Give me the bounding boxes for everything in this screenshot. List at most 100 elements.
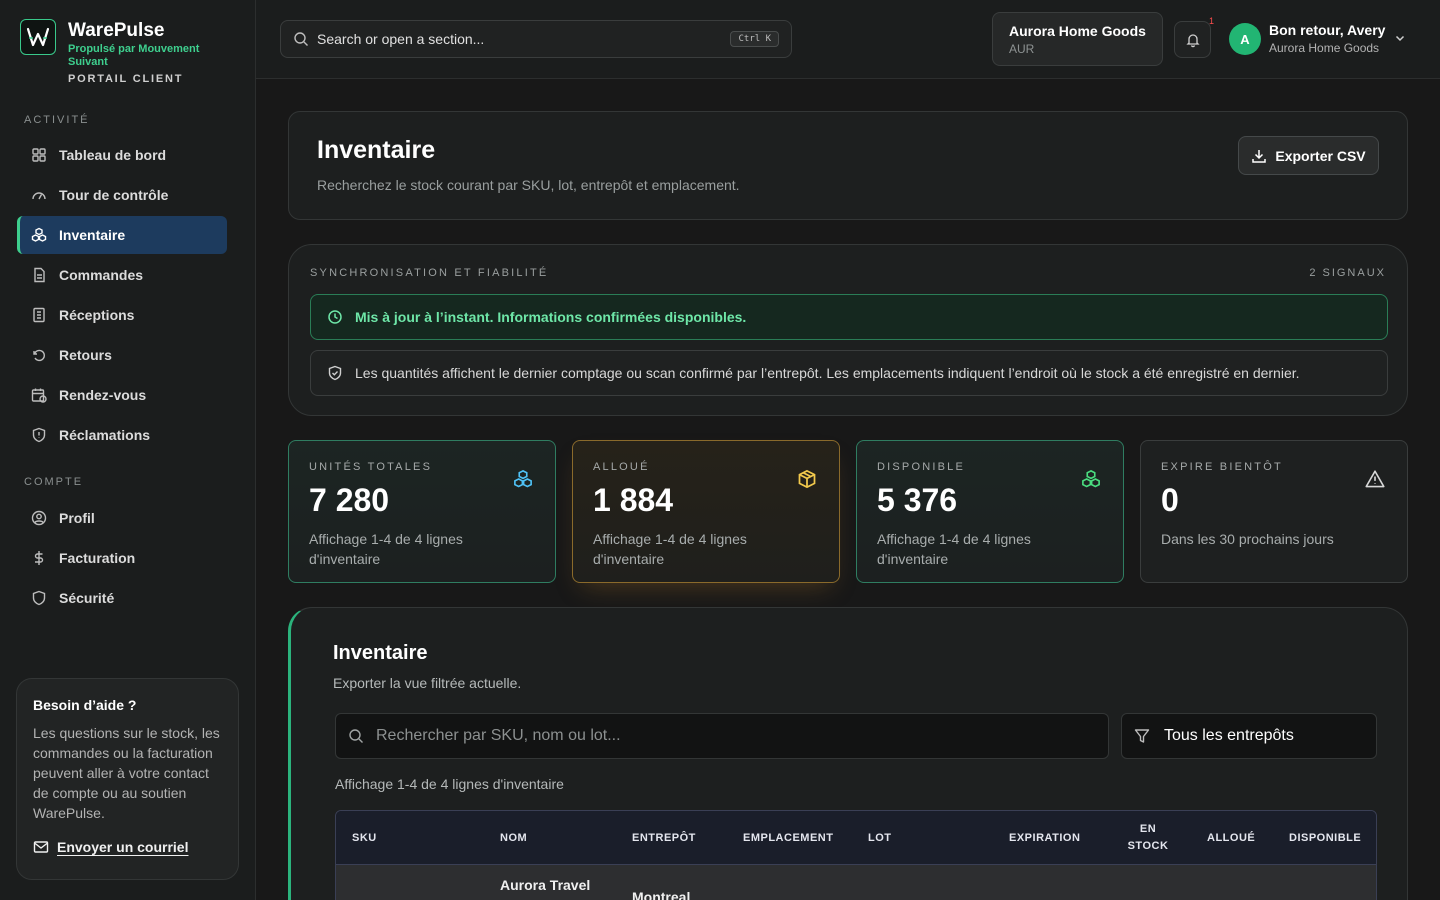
column-header-in-stock[interactable]: EN STOCK: [1124, 811, 1172, 865]
inventory-panel: Inventaire Exporter la vue filtrée actue…: [288, 607, 1408, 900]
sidebar-item-label: Sécurité: [59, 590, 115, 606]
nav-section-account: COMPTE: [24, 476, 84, 488]
column-header-lot[interactable]: LOT: [868, 811, 892, 865]
boxes-icon: [1081, 469, 1101, 489]
global-search-placeholder: Search or open a section...: [317, 31, 485, 47]
sidebar-item-receipts[interactable]: Réceptions: [17, 296, 227, 334]
stat-label: DISPONIBLE: [877, 461, 966, 473]
page-subtitle: Recherchez le stock courant par SKU, lot…: [317, 177, 740, 193]
calendar-clock-icon: [31, 387, 47, 403]
sidebar-item-label: Inventaire: [59, 227, 126, 243]
shield-alert-icon: [31, 427, 47, 443]
send-email-link[interactable]: Envoyer un courriel: [33, 839, 222, 855]
export-csv-label: Exporter CSV: [1275, 147, 1366, 164]
sidebar-item-appointments[interactable]: Rendez-vous: [17, 376, 227, 414]
column-header-warehouse[interactable]: ENTREPÔT: [632, 811, 696, 865]
global-search[interactable]: Search or open a section... Ctrl K: [280, 20, 792, 58]
stat-allocated: ALLOUÉ 1 884 Affichage 1-4 de 4 lignes d…: [572, 440, 840, 583]
sidebar-item-control-tower[interactable]: Tour de contrôle: [17, 176, 227, 214]
sidebar-item-claims[interactable]: Réclamations: [17, 416, 227, 454]
help-title: Besoin d’aide ?: [33, 697, 137, 713]
sidebar-item-dashboard[interactable]: Tableau de bord: [17, 136, 227, 174]
avatar[interactable]: A: [1229, 23, 1261, 55]
stat-value: 5 376: [877, 482, 958, 518]
stat-expiring-soon: EXPIRE BIENTÔT 0 Dans les 30 prochains j…: [1140, 440, 1408, 583]
sync-panel: SYNCHRONISATION ET FIABILITÉ 2 SIGNAUX M…: [288, 244, 1408, 416]
stat-value: 1 884: [593, 482, 674, 518]
receipt-icon: [31, 307, 47, 323]
column-header-sku[interactable]: SKU: [352, 811, 377, 865]
boxes-icon: [31, 227, 47, 243]
inventory-search[interactable]: [335, 713, 1109, 759]
sync-info-alert: Les quantités affichent le dernier compt…: [310, 350, 1388, 396]
help-card: Besoin d’aide ? Les questions sur le sto…: [16, 678, 239, 880]
shield-check-icon: [327, 365, 343, 381]
sidebar-item-security[interactable]: Sécurité: [17, 579, 227, 617]
inventory-table: SKU NOM ENTREPÔT EMPLACEMENT LOT EXPIRAT…: [335, 810, 1377, 900]
stat-note: Affichage 1-4 de 4 lignes d'inventaire: [593, 531, 747, 567]
sync-success-text: Mis à jour à l’instant. Informations con…: [355, 309, 747, 325]
table-row[interactable]: Aurora Travel Montreal: [336, 865, 1376, 900]
search-icon: [348, 728, 364, 744]
sidebar-item-label: Retours: [59, 347, 112, 363]
clock-icon: [327, 309, 343, 325]
column-header-expiration[interactable]: EXPIRATION: [1009, 811, 1080, 865]
portal-label: PORTAIL CLIENT: [68, 73, 184, 85]
sync-success-alert: Mis à jour à l’instant. Informations con…: [310, 294, 1388, 340]
stat-note: Affichage 1-4 de 4 lignes d'inventaire: [877, 531, 1031, 567]
column-header-available[interactable]: DISPONIBLE: [1289, 811, 1361, 865]
sidebar-item-profile[interactable]: Profil: [17, 499, 227, 537]
user-menu[interactable]: Bon retour, Avery Aurora Home Goods: [1269, 22, 1385, 55]
send-email-label: Envoyer un courriel: [57, 839, 189, 855]
tenant-switcher[interactable]: Aurora Home Goods AUR: [992, 12, 1163, 66]
gauge-icon: [31, 187, 47, 203]
table-header: SKU NOM ENTREPÔT EMPLACEMENT LOT EXPIRAT…: [336, 811, 1376, 865]
sync-info-text: Les quantités affichent le dernier compt…: [355, 365, 1300, 381]
column-header-allocated[interactable]: ALLOUÉ: [1207, 811, 1255, 865]
download-icon: [1251, 148, 1267, 164]
sidebar-item-label: Tour de contrôle: [59, 187, 169, 203]
filter-icon: [1134, 728, 1150, 744]
sidebar-item-label: Facturation: [59, 550, 136, 566]
sidebar-item-billing[interactable]: Facturation: [17, 539, 227, 577]
user-greeting: Bon retour, Avery: [1269, 22, 1386, 38]
return-icon: [31, 347, 47, 363]
topbar: Search or open a section... Ctrl K Auror…: [256, 0, 1440, 79]
sync-title: SYNCHRONISATION ET FIABILITÉ: [310, 267, 549, 279]
sidebar-item-label: Commandes: [59, 267, 144, 283]
stat-available: DISPONIBLE 5 376 Affichage 1-4 de 4 lign…: [856, 440, 1124, 583]
sidebar-item-label: Tableau de bord: [59, 147, 167, 163]
mail-icon: [33, 839, 49, 855]
shield-icon: [31, 590, 47, 606]
bell-icon: [1185, 32, 1201, 48]
logo-icon: [20, 19, 56, 55]
search-icon: [293, 31, 309, 47]
page-header: Inventaire Recherchez le stock courant p…: [288, 111, 1408, 220]
sidebar-item-returns[interactable]: Retours: [17, 336, 227, 374]
sidebar-item-orders[interactable]: Commandes: [17, 256, 227, 294]
page-title: Inventaire: [317, 136, 436, 164]
document-icon: [31, 267, 47, 283]
user-org: Aurora Home Goods: [1269, 41, 1380, 55]
brand[interactable]: WarePulse Propulsé par Mouvement Suivant…: [20, 19, 208, 85]
column-header-name[interactable]: NOM: [500, 811, 527, 865]
cell-name: Aurora Travel: [500, 877, 591, 893]
sidebar-item-inventory[interactable]: Inventaire: [17, 216, 227, 254]
chevron-down-icon[interactable]: [1394, 32, 1406, 44]
results-count: Affichage 1-4 de 4 lignes d'inventaire: [335, 776, 564, 792]
brand-tagline: Propulsé par Mouvement Suivant: [68, 43, 200, 68]
warehouse-filter[interactable]: Tous les entrepôts: [1121, 713, 1377, 759]
help-text: Les questions sur le stock, les commande…: [33, 725, 220, 821]
notifications-button[interactable]: [1174, 21, 1211, 58]
tenant-code: AUR: [1009, 42, 1035, 56]
inventory-search-input[interactable]: [376, 727, 1076, 745]
warning-icon: [1365, 469, 1385, 489]
inventory-subtitle: Exporter la vue filtrée actuelle.: [333, 675, 522, 691]
stat-total-units: UNITÉS TOTALES 7 280 Affichage 1-4 de 4 …: [288, 440, 556, 583]
brand-name: WarePulse: [68, 20, 165, 41]
notification-badge: 1: [1209, 16, 1215, 26]
stat-label: EXPIRE BIENTÔT: [1161, 461, 1283, 473]
column-header-location[interactable]: EMPLACEMENT: [743, 811, 833, 865]
nav-section-activity: ACTIVITÉ: [24, 114, 90, 126]
export-csv-button[interactable]: Exporter CSV: [1238, 136, 1379, 175]
